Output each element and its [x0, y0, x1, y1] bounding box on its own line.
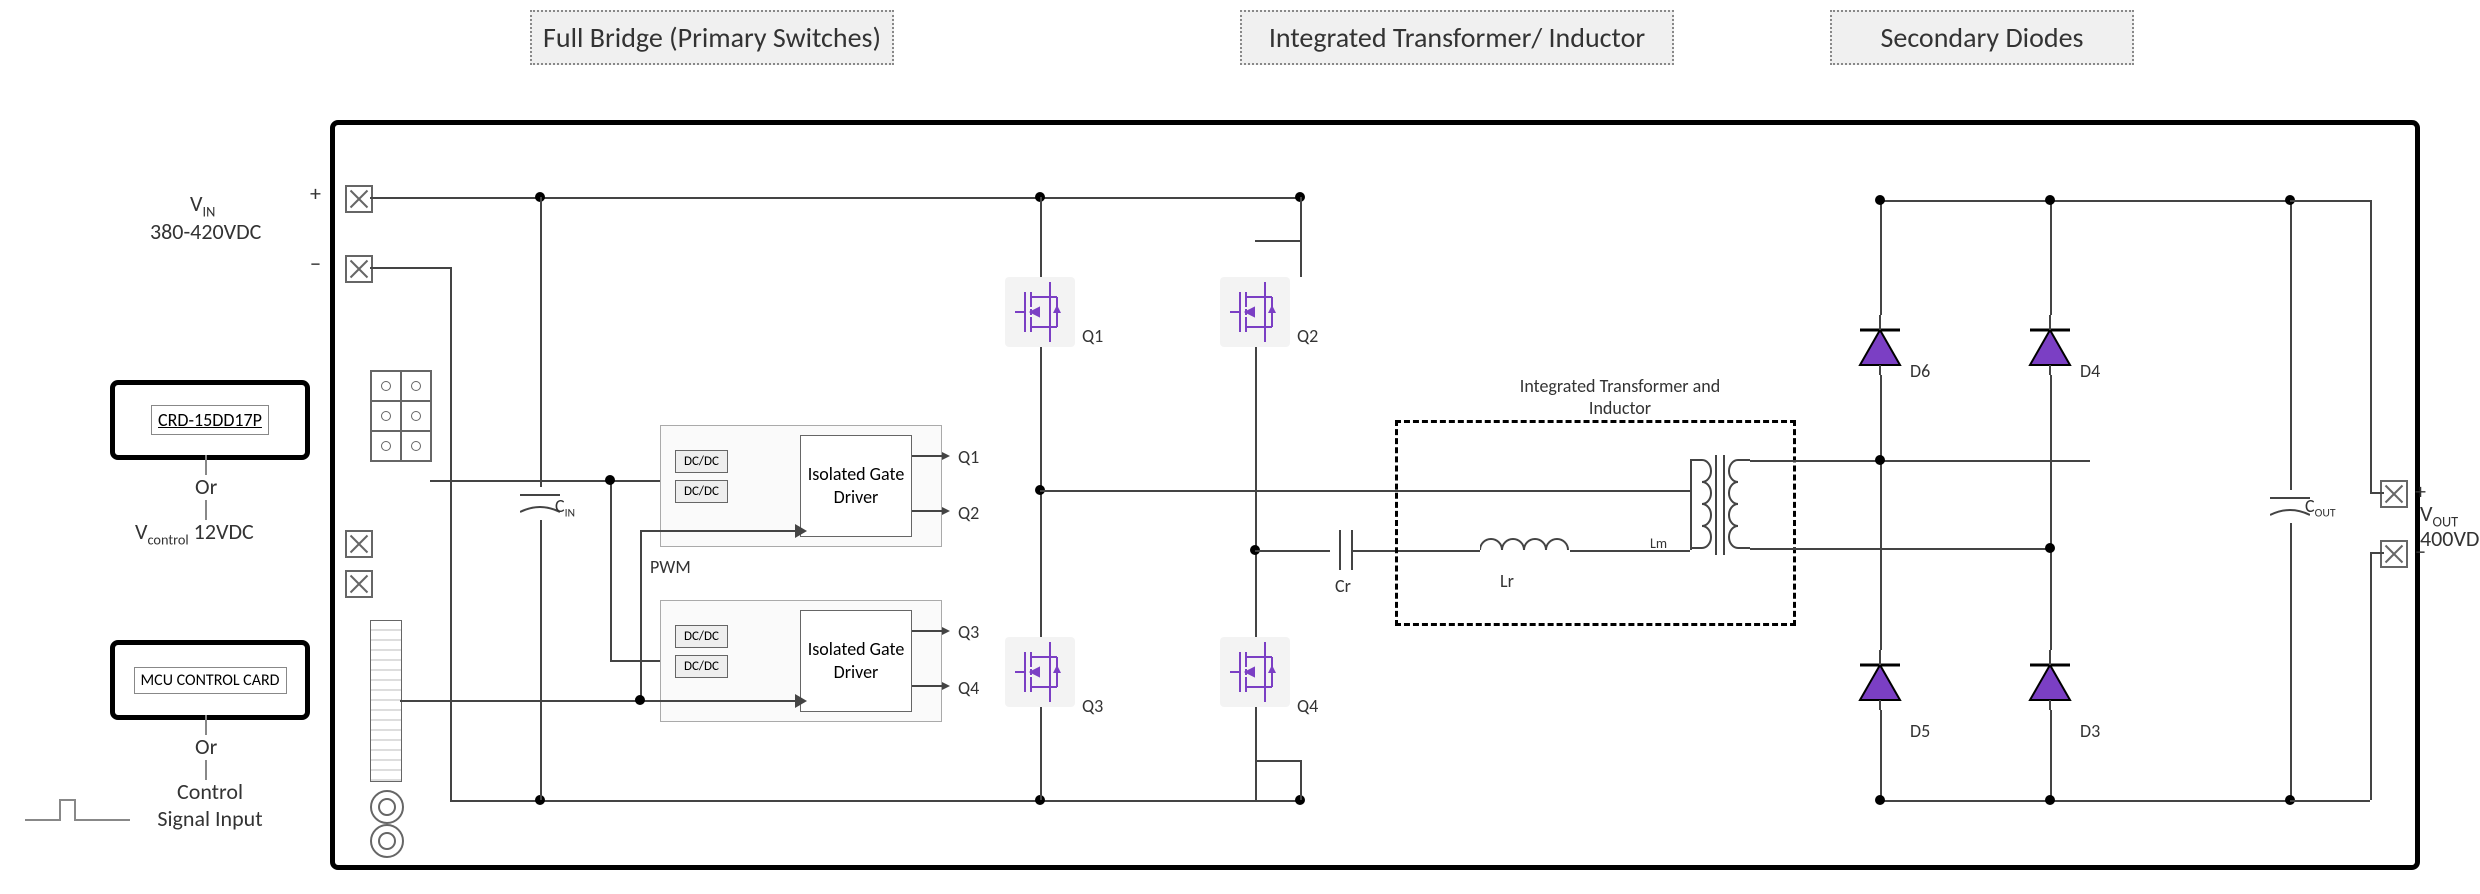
or-label-2: Or [195, 733, 217, 760]
transformer-icon [1690, 450, 1750, 570]
cin-label: CIN [555, 495, 575, 521]
dcdc-1b: DC/DC [675, 480, 728, 503]
diode-d4-icon [2025, 315, 2075, 375]
dcdc-2b: DC/DC [675, 655, 728, 678]
lm-label: Lm [1650, 535, 1667, 552]
card2-label: MCU CONTROL CARD [134, 667, 287, 694]
vout-plus-terminal [2380, 480, 2408, 508]
wire-bottom-rail [450, 800, 1300, 802]
coax-2 [370, 824, 404, 858]
vctrl-minus-terminal [345, 570, 373, 598]
card1-label: CRD-15DD17P [151, 405, 269, 435]
drvout-q2: Q2 [958, 502, 979, 524]
d5-label: D5 [1910, 720, 1930, 742]
q1-label: Q1 [1082, 325, 1103, 347]
vin-plus-label: + [310, 180, 321, 207]
vin-label: VIN [190, 190, 215, 220]
gate-driver-1: Isolated Gate Driver [800, 435, 912, 537]
drvout-q4: Q4 [958, 677, 979, 699]
main-enclosure [330, 120, 2420, 870]
sec-bot-rail [1880, 800, 2292, 802]
diode-d3-icon [2025, 650, 2075, 710]
lr-label: Lr [1500, 570, 1514, 592]
cout-label: COUT [2305, 495, 2336, 521]
ext-box-mcu: MCU CONTROL CARD [110, 640, 310, 720]
header-secondary: Secondary Diodes [1830, 10, 2134, 65]
mosfet-q3 [1005, 637, 1075, 707]
vin-range: 380-420VDC [150, 218, 261, 245]
lr-inductor-icon [1480, 535, 1570, 565]
vctrl-label: Vcontrol 12VDC [135, 518, 254, 548]
d4-label: D4 [2080, 360, 2100, 382]
mosfet-q4 [1220, 637, 1290, 707]
wire-top-rail [370, 197, 1300, 199]
sec-top-rail [1880, 200, 2292, 202]
vin-plus-terminal [345, 185, 373, 213]
vctrl-plus-terminal [345, 530, 373, 558]
or-label-1: Or [195, 473, 217, 500]
q3-label: Q3 [1082, 695, 1103, 717]
dcdc-1a: DC/DC [675, 450, 728, 473]
header-primary: Full Bridge (Primary Switches) [530, 10, 894, 65]
mosfet-q1 [1005, 277, 1075, 347]
connector-header [370, 620, 402, 782]
gate-driver-2: Isolated Gate Driver [800, 610, 912, 712]
diode-d6-icon [1855, 315, 1905, 375]
pulse-icon [20, 790, 140, 830]
cr-label: Cr [1335, 575, 1351, 597]
vout-val: 400VDC [2420, 525, 2480, 552]
vin-minus-label: − [310, 250, 321, 277]
q4-label: Q4 [1297, 695, 1318, 717]
connector-6pin [370, 370, 432, 462]
d6-label: D6 [1910, 360, 1930, 382]
ctrl-signal-label: Control Signal Input [150, 778, 270, 832]
coax-1 [370, 790, 404, 824]
dcdc-2a: DC/DC [675, 625, 728, 648]
pwm-label: PWM [650, 556, 691, 578]
drvout-q1: Q1 [958, 446, 979, 468]
xfmr-title: Integrated Transformer and Inductor [1510, 375, 1730, 419]
d3-label: D3 [2080, 720, 2100, 742]
vout-minus-terminal [2380, 540, 2408, 568]
cin-capacitor-icon [520, 487, 560, 520]
vin-minus-terminal [345, 255, 373, 283]
ext-box-aux-power: CRD-15DD17P [110, 380, 310, 460]
q2-label: Q2 [1297, 325, 1318, 347]
drvout-q3: Q3 [958, 621, 979, 643]
cout-capacitor-icon [2270, 490, 2310, 523]
mosfet-q2 [1220, 277, 1290, 347]
header-transformer: Integrated Transformer/ Inductor [1240, 10, 1674, 65]
diode-d5-icon [1855, 650, 1905, 710]
